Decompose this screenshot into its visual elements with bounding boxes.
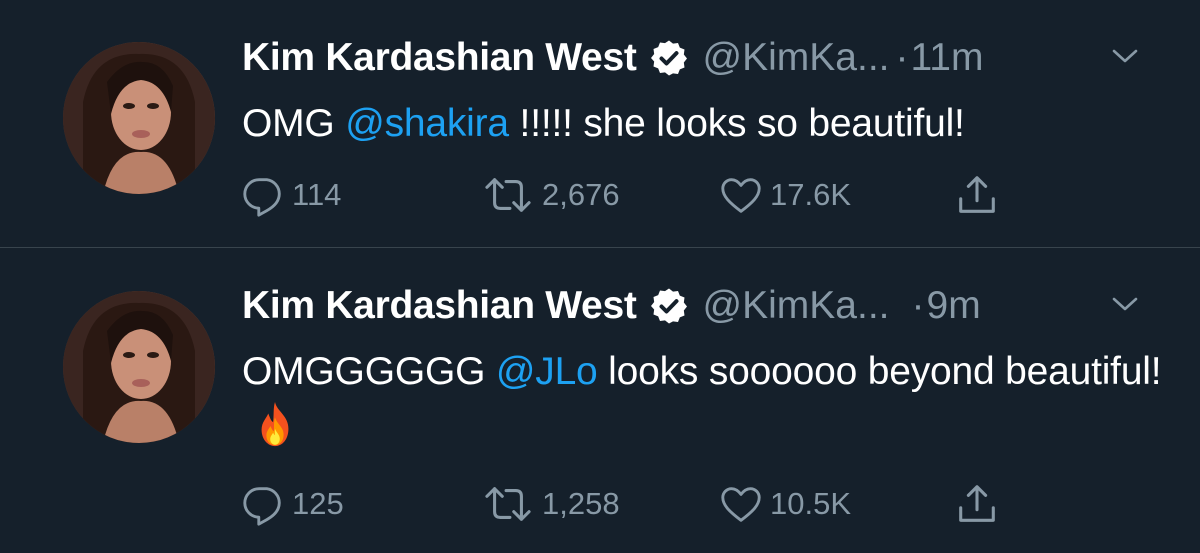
retweet-button[interactable]: 1,258 bbox=[480, 479, 620, 529]
tweet-text-prefix: OMG bbox=[242, 102, 346, 145]
author-name[interactable]: Kim Kardashian West bbox=[242, 284, 637, 328]
like-button[interactable]: 17.6K bbox=[718, 170, 851, 220]
like-count: 17.6K bbox=[770, 177, 852, 212]
tweet-text-suffix: looks soooooo beyond beautiful! bbox=[597, 350, 1162, 393]
mention-link[interactable]: @shakira bbox=[345, 102, 509, 145]
reply-count: 114 bbox=[292, 177, 342, 212]
reply-icon bbox=[243, 487, 281, 526]
chevron-down-icon[interactable] bbox=[1110, 46, 1140, 66]
verified-icon bbox=[650, 40, 687, 76]
timeline: Kim Kardashian West @KimKa... · 11m OMG … bbox=[0, 0, 1200, 553]
retweet-icon bbox=[485, 487, 531, 521]
avatar-image bbox=[63, 42, 215, 194]
share-icon bbox=[959, 485, 995, 522]
retweet-icon bbox=[485, 178, 531, 212]
avatar[interactable] bbox=[63, 291, 215, 443]
like-icon bbox=[721, 487, 761, 522]
tweet-text-prefix: OMGGGGGG bbox=[242, 350, 496, 393]
author-name[interactable]: Kim Kardashian West bbox=[242, 36, 637, 80]
tweet-header: Kim Kardashian West @KimKa... · 11m bbox=[242, 34, 983, 82]
avatar-image bbox=[63, 291, 215, 443]
timestamp[interactable]: 9m bbox=[927, 284, 981, 328]
verified-icon bbox=[650, 288, 687, 324]
reply-button[interactable]: 125 bbox=[240, 479, 344, 529]
reply-button[interactable]: 114 bbox=[240, 170, 341, 220]
author-handle[interactable]: @KimKa... bbox=[703, 284, 890, 328]
tweet-text: OMGGGGGG @JLo looks soooooo beyond beaut… bbox=[242, 343, 1162, 458]
tweet-text-suffix: !!!!! she looks so beautiful! bbox=[508, 102, 965, 145]
reply-icon bbox=[243, 178, 281, 217]
tweet-actions: 125 1,258 10.5K bbox=[240, 479, 1040, 529]
separator-dot: · bbox=[911, 284, 925, 327]
chevron-down-icon[interactable] bbox=[1110, 294, 1140, 314]
like-count: 10.5K bbox=[770, 486, 852, 521]
retweet-button[interactable]: 2,676 bbox=[480, 170, 620, 220]
timestamp[interactable]: 11m bbox=[911, 36, 984, 80]
tweet[interactable]: Kim Kardashian West @KimKa... · 11m OMG … bbox=[0, 0, 1200, 247]
share-button[interactable] bbox=[954, 170, 1000, 220]
tweet-actions: 114 2,676 17.6K bbox=[240, 170, 1040, 220]
like-button[interactable]: 10.5K bbox=[718, 479, 851, 529]
mention-link[interactable]: @JLo bbox=[496, 350, 598, 393]
reply-count: 125 bbox=[292, 486, 344, 521]
retweet-count: 2,676 bbox=[542, 177, 620, 212]
author-handle[interactable]: @KimKa... bbox=[703, 36, 890, 80]
like-icon bbox=[721, 178, 761, 213]
share-button[interactable] bbox=[954, 479, 1000, 529]
tweet[interactable]: Kim Kardashian West @KimKa... · 9m OMGGG… bbox=[0, 248, 1200, 553]
separator-dot: · bbox=[895, 36, 909, 79]
share-icon bbox=[959, 176, 995, 213]
fire-emoji bbox=[261, 402, 289, 447]
retweet-count: 1,258 bbox=[542, 486, 620, 521]
tweet-text: OMG @shakira !!!!! she looks so beautifu… bbox=[242, 95, 1162, 152]
avatar[interactable] bbox=[63, 42, 215, 194]
tweet-header: Kim Kardashian West @KimKa... · 9m bbox=[242, 282, 981, 330]
